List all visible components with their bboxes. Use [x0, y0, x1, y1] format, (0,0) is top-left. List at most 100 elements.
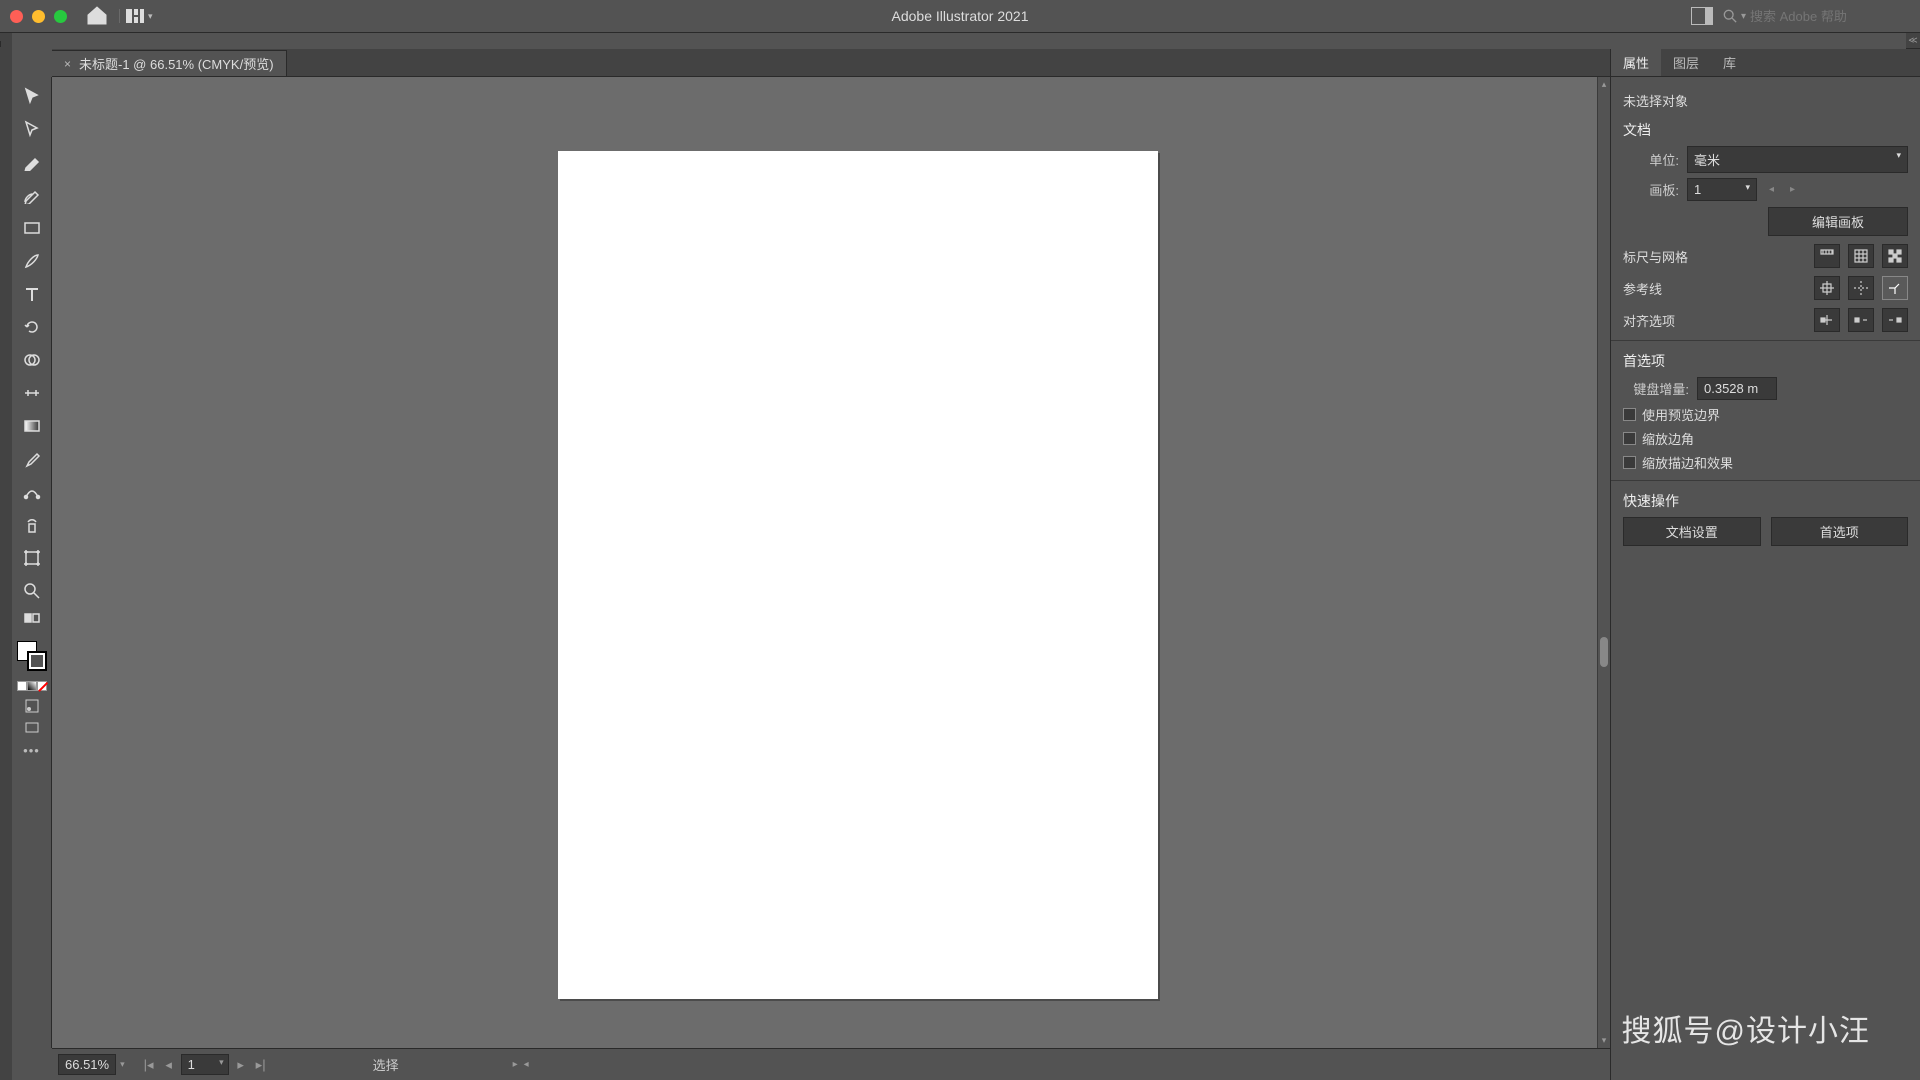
collapse-handle[interactable]: ≪	[1906, 33, 1920, 49]
tool-panel: •••	[12, 77, 52, 1048]
section-document: 文档	[1623, 120, 1908, 140]
dock-tab[interactable]	[0, 41, 1, 47]
artboard-select[interactable]: 1▾	[1687, 178, 1757, 201]
fill-stroke-swatch[interactable]	[17, 641, 47, 671]
maximize-window-button[interactable]	[54, 10, 67, 23]
workspace-switcher[interactable]: ▾	[119, 9, 159, 23]
rectangle-tool[interactable]	[18, 215, 46, 240]
ruler-grid-label: 标尺与网格	[1623, 247, 1806, 266]
more-tools[interactable]: •••	[23, 743, 40, 758]
chevron-down-icon: ▾	[148, 11, 153, 22]
left-dock-strip	[0, 33, 12, 1080]
rotate-tool[interactable]	[18, 314, 46, 339]
screen-mode[interactable]	[23, 721, 41, 735]
selection-tool[interactable]	[18, 83, 46, 108]
guides-label: 参考线	[1623, 279, 1806, 298]
color-gradient[interactable]	[27, 681, 37, 691]
ruler-icon[interactable]	[1814, 244, 1840, 268]
next-artboard-button[interactable]: ▸	[233, 1057, 249, 1073]
document-setup-button[interactable]: 文档设置	[1623, 517, 1761, 546]
close-window-button[interactable]	[10, 10, 23, 23]
artboard-tool[interactable]	[18, 545, 46, 570]
tab-libraries[interactable]: 库	[1711, 49, 1748, 76]
section-prefs: 首选项	[1623, 351, 1908, 371]
key-increment-input[interactable]	[1697, 377, 1777, 400]
panel-toggle-icon[interactable]	[1691, 7, 1713, 25]
guides-show-icon[interactable]	[1814, 276, 1840, 300]
transparency-grid-icon[interactable]	[1882, 244, 1908, 268]
draw-mode[interactable]	[23, 699, 41, 713]
color-none[interactable]	[37, 681, 47, 691]
scroll-up-icon[interactable]: ▴	[1598, 79, 1610, 90]
smart-guides-icon[interactable]	[1882, 276, 1908, 300]
prev-icon[interactable]: ◂	[524, 1059, 529, 1070]
guides-lock-icon[interactable]	[1848, 276, 1874, 300]
tab-layers[interactable]: 图层	[1661, 49, 1711, 76]
zoom-field[interactable]: 66.51%	[58, 1054, 116, 1075]
document-tab-bar: × 未标题-1 @ 66.51% (CMYK/预览)	[52, 49, 1610, 77]
snap-glyph-icon[interactable]	[1882, 308, 1908, 332]
gradient-tool[interactable]	[18, 413, 46, 438]
canvas-area[interactable]: ▴ ▾	[52, 77, 1610, 1048]
chevron-down-icon[interactable]: ▾	[120, 1059, 125, 1070]
scroll-thumb[interactable]	[1600, 637, 1608, 667]
scale-corners-checkbox[interactable]: 缩放边角	[1623, 429, 1908, 448]
panel-tabs: 属性 图层 库	[1611, 49, 1920, 77]
artboard[interactable]	[558, 151, 1158, 999]
search-input[interactable]	[1750, 9, 1910, 24]
section-quick-actions: 快速操作	[1623, 491, 1908, 511]
status-mode: 选择	[373, 1055, 399, 1074]
color-mode-row	[17, 681, 47, 691]
paintbrush-tool[interactable]	[18, 248, 46, 273]
snap-point-icon[interactable]	[1814, 308, 1840, 332]
no-selection-label: 未选择对象	[1623, 91, 1908, 110]
align-options-label: 对齐选项	[1623, 311, 1806, 330]
prev-artboard-button[interactable]: ◂	[161, 1057, 177, 1073]
play-icon[interactable]: ▸	[513, 1059, 518, 1070]
unit-label: 单位:	[1623, 150, 1679, 169]
status-bar: 66.51% ▾ |◂ ◂ 1 ▸ ▸| 选择 ▸ ◂	[52, 1048, 1610, 1080]
preferences-button[interactable]: 首选项	[1771, 517, 1909, 546]
type-tool[interactable]	[18, 281, 46, 306]
symbol-sprayer-tool[interactable]	[18, 512, 46, 537]
chevron-down-icon: ▾	[1741, 11, 1746, 22]
document-tab-label: 未标题-1 @ 66.51% (CMYK/预览)	[79, 54, 274, 73]
last-artboard-button[interactable]: ▸|	[253, 1057, 269, 1073]
curvature-tool[interactable]	[18, 182, 46, 207]
key-increment-label: 键盘增量:	[1623, 379, 1689, 398]
scroll-down-icon[interactable]: ▾	[1598, 1035, 1610, 1046]
tab-properties[interactable]: 属性	[1611, 49, 1661, 76]
unit-select[interactable]: 毫米▾	[1687, 146, 1908, 173]
shape-builder-tool[interactable]	[18, 347, 46, 372]
preview-bounds-checkbox[interactable]: 使用预览边界	[1623, 405, 1908, 424]
first-artboard-button[interactable]: |◂	[141, 1057, 157, 1073]
window-controls	[10, 10, 67, 23]
artboard-label: 画板:	[1623, 180, 1679, 199]
prev-artboard-icon[interactable]: ◂	[1765, 184, 1778, 195]
scale-strokes-checkbox[interactable]: 缩放描边和效果	[1623, 453, 1908, 472]
top-bar: ▾ Adobe Illustrator 2021 ▾	[0, 0, 1920, 33]
hand-tool[interactable]	[18, 611, 46, 627]
grid-icon[interactable]	[1848, 244, 1874, 268]
app-title: Adobe Illustrator 2021	[892, 8, 1029, 24]
color-solid[interactable]	[17, 681, 27, 691]
document-tab[interactable]: × 未标题-1 @ 66.51% (CMYK/预览)	[52, 50, 287, 76]
blend-tool[interactable]	[18, 479, 46, 504]
snap-pixel-icon[interactable]	[1848, 308, 1874, 332]
home-icon[interactable]	[85, 4, 109, 28]
edit-artboard-button[interactable]: 编辑画板	[1768, 207, 1908, 236]
width-tool[interactable]	[18, 380, 46, 405]
search-icon	[1723, 9, 1737, 23]
direct-selection-tool[interactable]	[18, 116, 46, 141]
vertical-scrollbar[interactable]: ▴ ▾	[1597, 77, 1610, 1048]
properties-panel: 属性 图层 库 未选择对象 文档 单位: 毫米▾ 画板: 1▾ ◂ ▸ 编辑画板…	[1610, 49, 1920, 1080]
pen-tool[interactable]	[18, 149, 46, 174]
artboard-number-field[interactable]: 1	[181, 1054, 229, 1075]
eyedropper-tool[interactable]	[18, 446, 46, 471]
help-search[interactable]: ▾	[1723, 9, 1910, 24]
zoom-tool[interactable]	[18, 578, 46, 603]
next-artboard-icon[interactable]: ▸	[1786, 184, 1799, 195]
minimize-window-button[interactable]	[32, 10, 45, 23]
stroke-color[interactable]	[27, 651, 47, 671]
close-tab-icon[interactable]: ×	[64, 57, 71, 71]
